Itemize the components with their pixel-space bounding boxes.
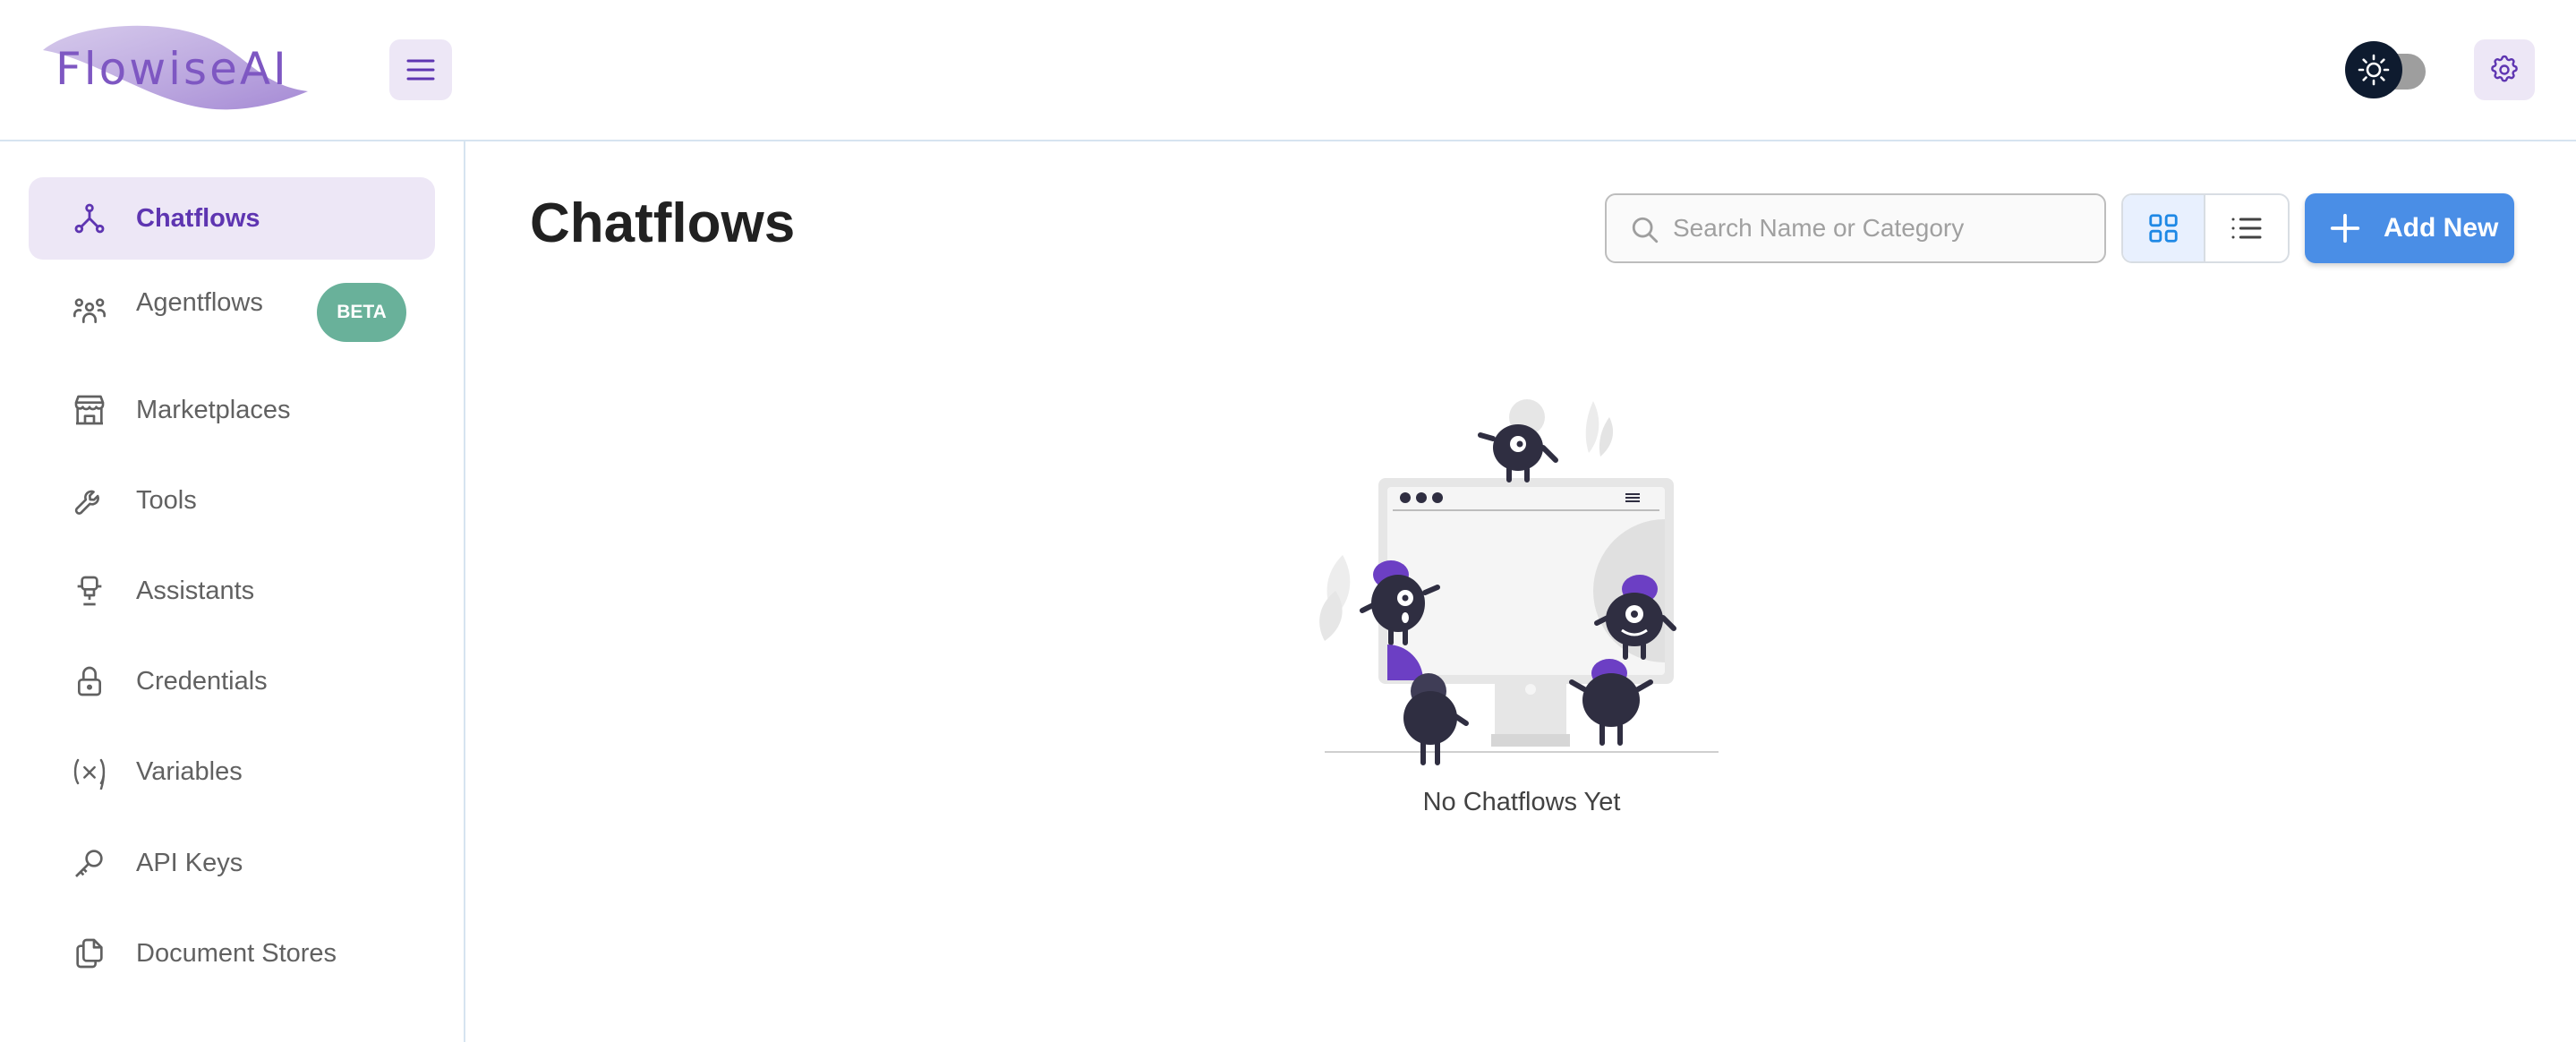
robot-icon xyxy=(70,571,109,611)
empty-state-illustration xyxy=(1319,399,1719,765)
sidebar-item-label: Credentials xyxy=(136,667,268,696)
sidebar-item-credentials[interactable]: Credentials xyxy=(29,640,435,722)
sidebar-item-agentflows[interactable]: Agentflows BETA xyxy=(29,270,435,353)
key-icon xyxy=(70,843,109,883)
store-icon xyxy=(70,390,109,430)
search-input[interactable] xyxy=(1673,195,2094,261)
sidebar: Chatflows Agentflows BETA Marketplaces T… xyxy=(0,141,465,1042)
sidebar-item-variables[interactable]: Variables xyxy=(29,730,435,813)
sidebar-item-document-stores[interactable]: Document Stores xyxy=(29,912,435,995)
beta-badge: BETA xyxy=(317,283,406,342)
dark-mode-toggle[interactable] xyxy=(2345,41,2435,98)
files-icon xyxy=(70,934,109,973)
sidebar-item-tools[interactable]: Tools xyxy=(29,459,435,542)
add-new-button[interactable]: Add New xyxy=(2305,193,2514,263)
grid-view-button[interactable] xyxy=(2123,195,2206,261)
view-toggle-group xyxy=(2121,193,2290,263)
grid-icon xyxy=(2149,214,2178,243)
wrench-icon xyxy=(70,481,109,520)
sidebar-item-label: API Keys xyxy=(136,849,243,877)
sidebar-item-assistants[interactable]: Assistants xyxy=(29,550,435,632)
sidebar-item-label: Agentflows xyxy=(136,288,263,317)
sidebar-item-api-keys[interactable]: API Keys xyxy=(29,822,435,904)
gear-icon xyxy=(2491,55,2518,82)
menu-toggle-button[interactable] xyxy=(389,39,452,100)
agentflows-icon xyxy=(70,292,109,331)
search-icon xyxy=(1632,217,1659,243)
sidebar-item-label: Marketplaces xyxy=(136,396,291,424)
sun-icon xyxy=(2358,54,2390,86)
hamburger-icon xyxy=(406,59,435,81)
search-field[interactable] xyxy=(1605,193,2106,263)
chatflows-icon xyxy=(70,199,109,238)
lock-icon xyxy=(70,662,109,701)
sidebar-item-label: Assistants xyxy=(136,577,255,605)
logo-text: FlowiseAI xyxy=(55,43,289,95)
sidebar-item-label: Document Stores xyxy=(136,939,337,968)
empty-state-message: No Chatflows Yet xyxy=(1422,788,1621,816)
settings-button[interactable] xyxy=(2474,39,2535,100)
toggle-knob xyxy=(2345,41,2402,98)
app-header: FlowiseAI xyxy=(0,0,2576,141)
sidebar-item-marketplaces[interactable]: Marketplaces xyxy=(29,369,435,451)
sidebar-item-label: Chatflows xyxy=(136,204,260,233)
sidebar-item-label: Tools xyxy=(136,486,197,515)
flowise-logo[interactable]: FlowiseAI xyxy=(39,20,317,118)
add-new-label: Add New xyxy=(2384,213,2499,243)
list-icon xyxy=(2231,218,2262,239)
page-title: Chatflows xyxy=(530,192,796,254)
sidebar-item-label: Variables xyxy=(136,757,243,786)
variable-icon xyxy=(70,752,109,791)
plus-icon xyxy=(2330,213,2360,243)
list-view-button[interactable] xyxy=(2205,195,2288,261)
sidebar-item-chatflows[interactable]: Chatflows xyxy=(29,177,435,260)
